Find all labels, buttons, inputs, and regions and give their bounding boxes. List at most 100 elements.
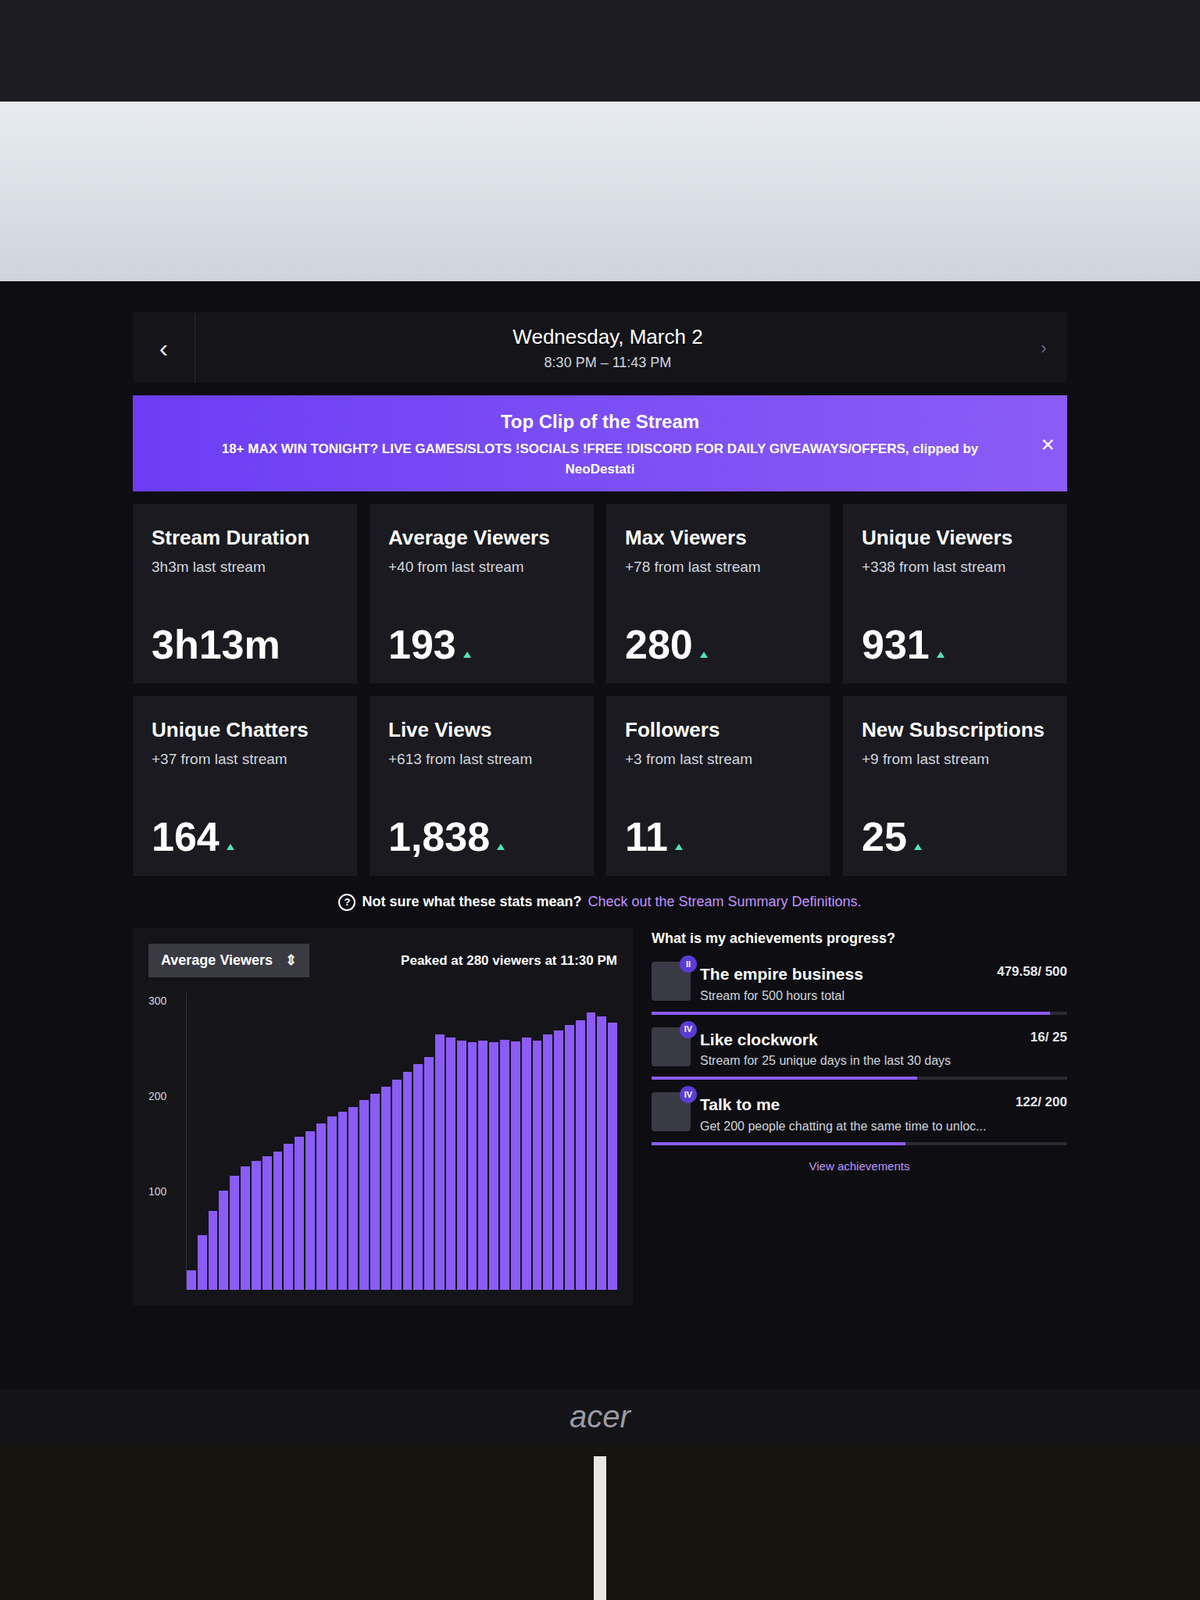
chart-bar[interactable]	[327, 1116, 337, 1290]
progress-track	[651, 1011, 1068, 1015]
chart-bar[interactable]	[542, 1034, 553, 1290]
stat-label: Max Viewers	[625, 522, 812, 554]
y-axis: 300200100	[148, 992, 180, 1290]
chart-bar[interactable]	[348, 1107, 358, 1290]
chart-bar[interactable]	[435, 1034, 445, 1290]
chart-bar[interactable]	[316, 1123, 326, 1290]
help-text: Not sure what these stats mean?	[361, 891, 582, 913]
chart-bar[interactable]	[229, 1175, 240, 1290]
chart-bar[interactable]	[208, 1210, 218, 1290]
chart-bar[interactable]	[294, 1136, 304, 1290]
achievement-name: The empire business	[700, 961, 988, 987]
chart-bar[interactable]	[251, 1160, 261, 1290]
brand-logo: acer	[569, 1392, 631, 1440]
plot	[185, 992, 618, 1290]
chart-bar[interactable]	[413, 1064, 423, 1290]
chart-bar[interactable]	[403, 1071, 413, 1290]
back-button[interactable]: ‹	[132, 312, 196, 383]
chart-bar[interactable]	[381, 1086, 391, 1290]
top-clip-banner[interactable]: Top Clip of the Stream 18+ MAX WIN TONIGH…	[132, 395, 1068, 492]
chart-bar[interactable]	[338, 1111, 348, 1290]
stat-value: 1,838	[388, 816, 490, 858]
chart-bar[interactable]	[564, 1025, 575, 1290]
achievement-item[interactable]: IVTalk to meGet 200 people chatting at t…	[651, 1092, 1068, 1146]
chart-bar[interactable]	[586, 1012, 597, 1290]
chart-bar[interactable]	[305, 1131, 315, 1290]
chart-bar[interactable]	[500, 1039, 510, 1290]
peak-text: Peaked at 280 viewers at 11:30 PM	[400, 950, 618, 972]
stat-card: Live Views+613 from last stream1,838	[369, 696, 594, 876]
stat-value: 11	[625, 816, 668, 858]
chart-bar[interactable]	[218, 1190, 229, 1290]
close-button[interactable]: ×	[1040, 425, 1055, 461]
chart-bar[interactable]	[467, 1042, 478, 1290]
chart-bar[interactable]	[607, 1022, 618, 1290]
chart-bar[interactable]	[596, 1016, 607, 1290]
chart-bar[interactable]	[532, 1040, 543, 1290]
stat-sub: +338 from last stream	[861, 556, 1049, 579]
stat-label: Live Views	[388, 714, 575, 746]
photo: ‹Wednesday, March 28:30 PM – 11:43 PM›To…	[0, 0, 1200, 1600]
chart-bar[interactable]	[424, 1057, 434, 1290]
chart-bar[interactable]	[575, 1020, 586, 1290]
chart-bar[interactable]	[478, 1040, 488, 1290]
desk	[0, 1443, 1200, 1600]
achievement-desc: Stream for 500 hours total	[700, 986, 988, 1006]
chart-bar[interactable]	[359, 1100, 369, 1290]
chart-bar[interactable]	[446, 1037, 456, 1290]
tier-badge: II	[679, 955, 697, 973]
achievement-desc: Get 200 people chatting at the same time…	[700, 1117, 1007, 1136]
chart-bar[interactable]	[262, 1156, 272, 1290]
metric-select[interactable]: Average Viewers⇕	[148, 943, 310, 978]
chart-bar[interactable]	[370, 1093, 380, 1290]
chart-bar[interactable]	[553, 1030, 564, 1290]
trend-up-icon	[496, 842, 506, 851]
stat-card: Followers+3 from last stream11	[606, 696, 831, 876]
trend-up-icon	[913, 842, 923, 851]
chart: 300200100	[148, 992, 618, 1290]
achievement-item[interactable]: IVLike clockworkStream for 25 unique day…	[651, 1027, 1068, 1081]
chart-card: Average Viewers⇕ Peaked at 280 viewers at…	[132, 928, 633, 1306]
chart-bar[interactable]	[240, 1166, 250, 1290]
stat-card: Unique Chatters+37 from last stream164	[132, 696, 358, 876]
chart-bar[interactable]	[510, 1041, 521, 1290]
achievement-item[interactable]: IIThe empire businessStream for 500 hour…	[651, 961, 1068, 1015]
screen: ‹Wednesday, March 28:30 PM – 11:43 PM›To…	[0, 281, 1200, 1390]
chart-bar[interactable]	[521, 1037, 532, 1290]
trend-up-icon	[699, 650, 709, 659]
stat-card: Max Viewers+78 from last stream280	[606, 503, 831, 684]
stat-sub: +9 from last stream	[861, 748, 1049, 772]
definitions-link[interactable]: Check out the Stream Summary Definitions…	[587, 891, 861, 913]
stat-value: 164	[151, 816, 220, 858]
next-button[interactable]: ›	[1020, 335, 1068, 361]
chart-bar[interactable]	[283, 1143, 293, 1290]
monitor-bezel: acer	[0, 1389, 1200, 1444]
stat-card: Average Viewers+40 from last stream193	[369, 503, 594, 684]
stats-grid: Stream Duration3h3m last stream3h13mAver…	[132, 503, 1068, 876]
clip-title: 18+ MAX WIN TONIGHT? LIVE GAMES/SLOTS !S…	[195, 439, 1005, 479]
bottom-section: Average Viewers⇕ Peaked at 280 viewers at…	[132, 928, 1068, 1306]
stat-card: New Subscriptions+9 from last stream25	[842, 696, 1068, 876]
chart-bar[interactable]	[489, 1042, 499, 1290]
stat-value: 931	[861, 624, 930, 665]
stat-label: Unique Viewers	[861, 522, 1049, 554]
paper-stack	[593, 1456, 607, 1600]
stat-card: Stream Duration3h3m last stream3h13m	[132, 503, 358, 684]
progress-fill	[651, 1011, 1050, 1015]
trend-up-icon	[935, 650, 946, 659]
banner-title: Top Clip of the Stream	[500, 407, 700, 436]
help-icon: ?	[338, 893, 356, 911]
chart-bar[interactable]	[392, 1079, 402, 1290]
chart-bar[interactable]	[186, 1270, 197, 1290]
chart-bar[interactable]	[197, 1235, 208, 1290]
top-bezel	[0, 0, 1200, 102]
stat-value: 25	[861, 816, 908, 858]
tier-badge: IV	[679, 1085, 697, 1104]
progress-fill	[651, 1076, 918, 1080]
achievement-progress: 479.58/ 500	[996, 961, 1068, 983]
chart-bar[interactable]	[273, 1151, 283, 1290]
achievement-desc: Stream for 25 unique days in the last 30…	[700, 1051, 1022, 1071]
chart-bar[interactable]	[457, 1040, 467, 1290]
stat-sub: 3h3m last stream	[151, 556, 339, 579]
view-achievements-link[interactable]: View achievements	[651, 1157, 1068, 1176]
